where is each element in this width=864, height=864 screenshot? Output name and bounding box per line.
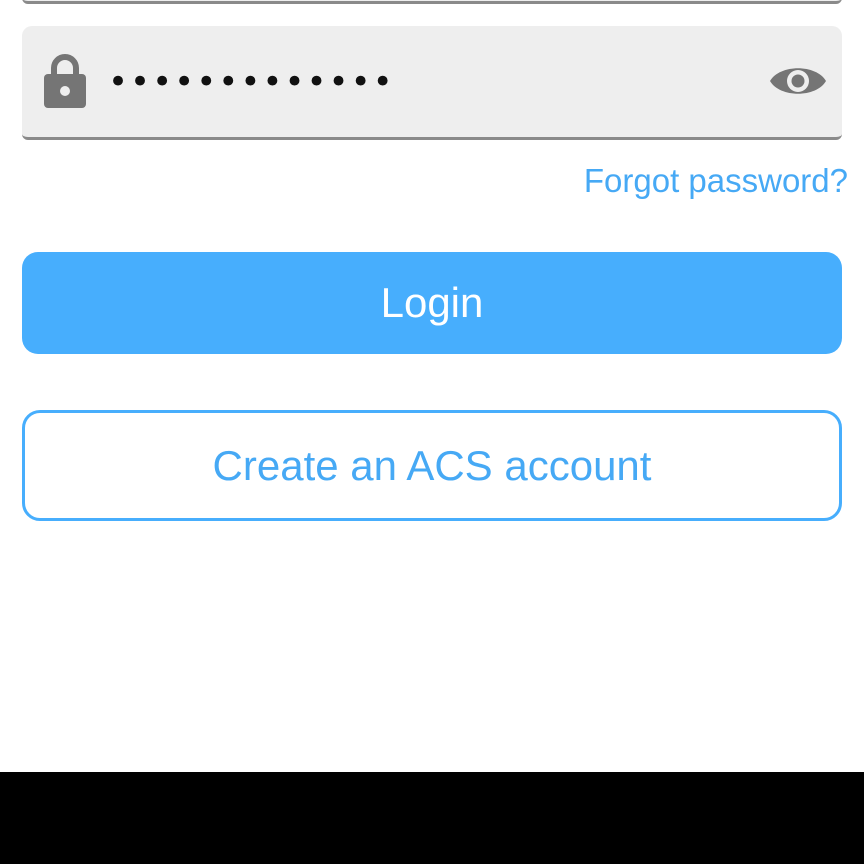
login-button[interactable]: Login [22,252,842,354]
email-field-edge[interactable] [22,0,842,4]
create-account-button[interactable]: Create an ACS account [22,410,842,521]
password-input[interactable] [108,26,748,137]
system-navigation-bar [0,772,864,864]
eye-icon[interactable] [768,60,828,102]
forgot-password-link[interactable]: Forgot password? [584,162,848,200]
lock-icon [42,53,88,109]
login-screen: Forgot password? Login Create an ACS acc… [0,0,864,864]
password-field[interactable] [22,26,842,140]
